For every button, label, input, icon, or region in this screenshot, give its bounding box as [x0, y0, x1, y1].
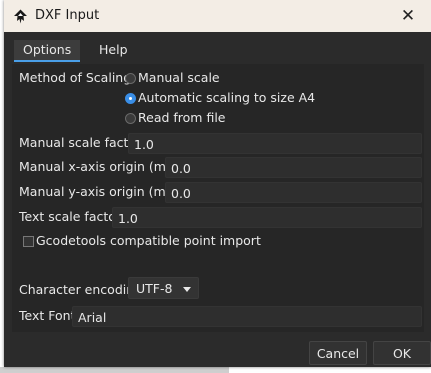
scaling-method-label: Method of Scaling:	[19, 70, 136, 85]
tab-bar: Options Help	[14, 40, 424, 62]
encoding-value: UTF-8	[136, 281, 173, 296]
window-title: DXF Input	[35, 8, 100, 23]
y-origin-label: Manual y-axis origin (mm):	[19, 184, 187, 199]
close-icon: ✕	[400, 6, 416, 26]
radio-read-from-file[interactable]	[125, 113, 136, 124]
tab-options[interactable]: Options	[14, 40, 81, 62]
radio-manual-scale-label[interactable]: Manual scale	[138, 70, 220, 85]
text-font-field[interactable]: Arial	[72, 306, 422, 327]
radio-auto-scale[interactable]	[125, 93, 136, 104]
dxf-input-dialog: DXF Input ✕ Options Help Method of Scali…	[4, 0, 431, 367]
title-bar: DXF Input ✕	[4, 0, 431, 32]
gcodetools-checkbox[interactable]	[23, 236, 34, 247]
x-origin-label: Manual x-axis origin (mm):	[19, 159, 188, 174]
background-strip	[0, 367, 229, 373]
encoding-select[interactable]: UTF-8	[128, 277, 199, 299]
close-button[interactable]: ✕	[385, 0, 431, 32]
radio-read-from-file-label[interactable]: Read from file	[138, 110, 225, 125]
manual-scale-factor-field[interactable]: 1.0	[128, 133, 422, 154]
radio-manual-scale[interactable]	[125, 73, 136, 84]
text-scale-label: Text scale factor:	[19, 209, 126, 224]
gcodetools-label[interactable]: Gcodetools compatible point import	[36, 233, 261, 248]
manual-scale-factor-label: Manual scale factor:	[19, 135, 146, 150]
text-scale-field[interactable]: 1.0	[112, 207, 422, 228]
radio-auto-scale-label[interactable]: Automatic scaling to size A4	[138, 90, 315, 105]
y-origin-field[interactable]: 0.0	[165, 182, 422, 203]
cancel-button[interactable]: Cancel	[309, 341, 367, 365]
tab-help[interactable]: Help	[90, 40, 137, 60]
x-origin-field[interactable]: 0.0	[165, 157, 422, 178]
dropdown-arrow-icon	[183, 287, 191, 292]
ok-button[interactable]: OK	[373, 341, 431, 365]
inkscape-logo-icon	[14, 9, 27, 24]
options-panel: Method of Scaling: Manual scale Automati…	[12, 64, 424, 332]
text-font-label: Text Font:	[19, 308, 80, 323]
